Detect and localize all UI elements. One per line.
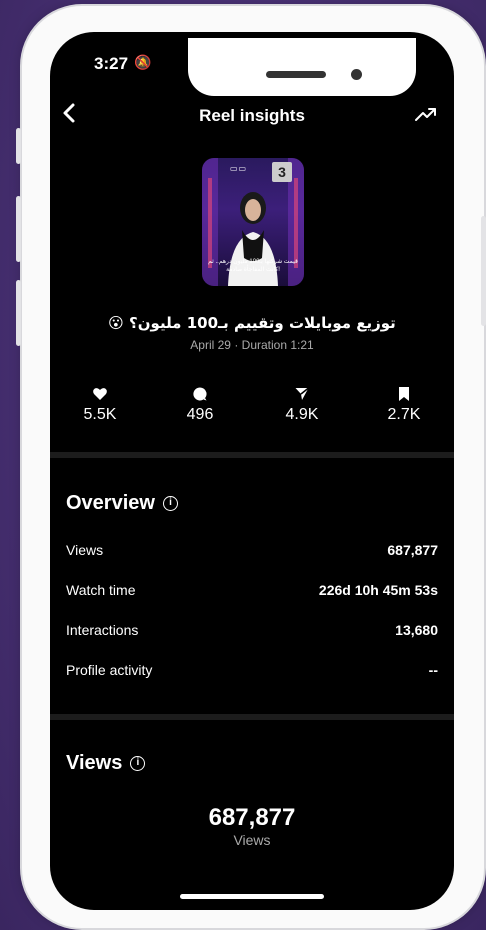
thumbnail-caption: قيمت شركتها بـ100 مليون درهم.. ثم كانت ا… bbox=[208, 259, 298, 273]
volume-down-button bbox=[16, 280, 21, 346]
status-time: 3:27 bbox=[94, 54, 129, 73]
thumbnail-badge: 3 bbox=[272, 162, 292, 182]
views-total-label: Views bbox=[233, 832, 271, 848]
overview-row: Views 687,877 bbox=[66, 542, 438, 558]
overview-row-value: 13,680 bbox=[395, 622, 438, 638]
trending-up-icon[interactable] bbox=[414, 104, 438, 124]
page-title: Reel insights bbox=[199, 106, 305, 125]
views-title: Views bbox=[66, 752, 123, 774]
front-camera bbox=[351, 69, 362, 80]
overview-row-label: Watch time bbox=[66, 582, 136, 598]
comments-stat: 496 bbox=[160, 386, 240, 424]
saves-stat: 2.7K bbox=[364, 386, 444, 424]
likes-count: 5.5K bbox=[83, 406, 117, 423]
power-button bbox=[481, 216, 486, 326]
overview-title: Overview bbox=[66, 492, 155, 514]
comment-icon bbox=[193, 387, 207, 401]
saves-count: 2.7K bbox=[387, 406, 421, 423]
section-divider bbox=[50, 452, 454, 458]
home-indicator[interactable] bbox=[180, 894, 324, 899]
comments-count: 496 bbox=[186, 406, 214, 423]
reel-title: توزيع موبايلات وتقييم بـ100 مليون؟ 😮 bbox=[108, 314, 396, 332]
overview-row: Profile activity -- bbox=[66, 662, 438, 678]
speaker bbox=[266, 71, 326, 78]
views-total: 687,877 bbox=[208, 804, 296, 831]
reel-meta: April 29 · Duration 1:21 bbox=[190, 338, 314, 352]
overview-heading: Overview i bbox=[66, 492, 178, 515]
overview-row-label: Profile activity bbox=[66, 662, 153, 678]
reel-thumbnail[interactable]: ▭▭ 3 قيمت شركتها بـ100 مليون درهم.. ثم ك… bbox=[202, 158, 304, 286]
overview-row-value: 687,877 bbox=[387, 542, 438, 558]
app-screen: 3:27 🔕 84 Reel insights ▭▭ 3 قيمت شركته bbox=[50, 32, 454, 910]
overview-row: Interactions 13,680 bbox=[66, 622, 438, 638]
section-divider bbox=[50, 714, 454, 720]
notch bbox=[188, 38, 416, 96]
send-icon bbox=[295, 387, 309, 400]
overview-row-value: 226d 10h 45m 53s bbox=[318, 582, 438, 598]
volume-up-button bbox=[16, 196, 21, 262]
overview-row-label: Interactions bbox=[66, 622, 139, 638]
bookmark-icon bbox=[399, 387, 409, 401]
mute-bell-icon: 🔕 bbox=[134, 54, 152, 70]
overview-row: Watch time 226d 10h 45m 53s bbox=[66, 582, 438, 598]
shares-stat: 4.9K bbox=[262, 386, 342, 424]
side-button bbox=[16, 128, 21, 164]
shares-count: 4.9K bbox=[285, 406, 319, 423]
views-heading: Views i bbox=[66, 752, 146, 775]
overview-row-label: Views bbox=[66, 542, 104, 558]
info-icon[interactable]: i bbox=[162, 496, 178, 511]
likes-stat: 5.5K bbox=[60, 386, 140, 424]
heart-icon bbox=[93, 388, 107, 400]
overview-row-value: -- bbox=[428, 662, 438, 678]
info-icon[interactable]: i bbox=[130, 756, 146, 771]
thumbnail-logo: ▭▭ bbox=[230, 164, 248, 173]
